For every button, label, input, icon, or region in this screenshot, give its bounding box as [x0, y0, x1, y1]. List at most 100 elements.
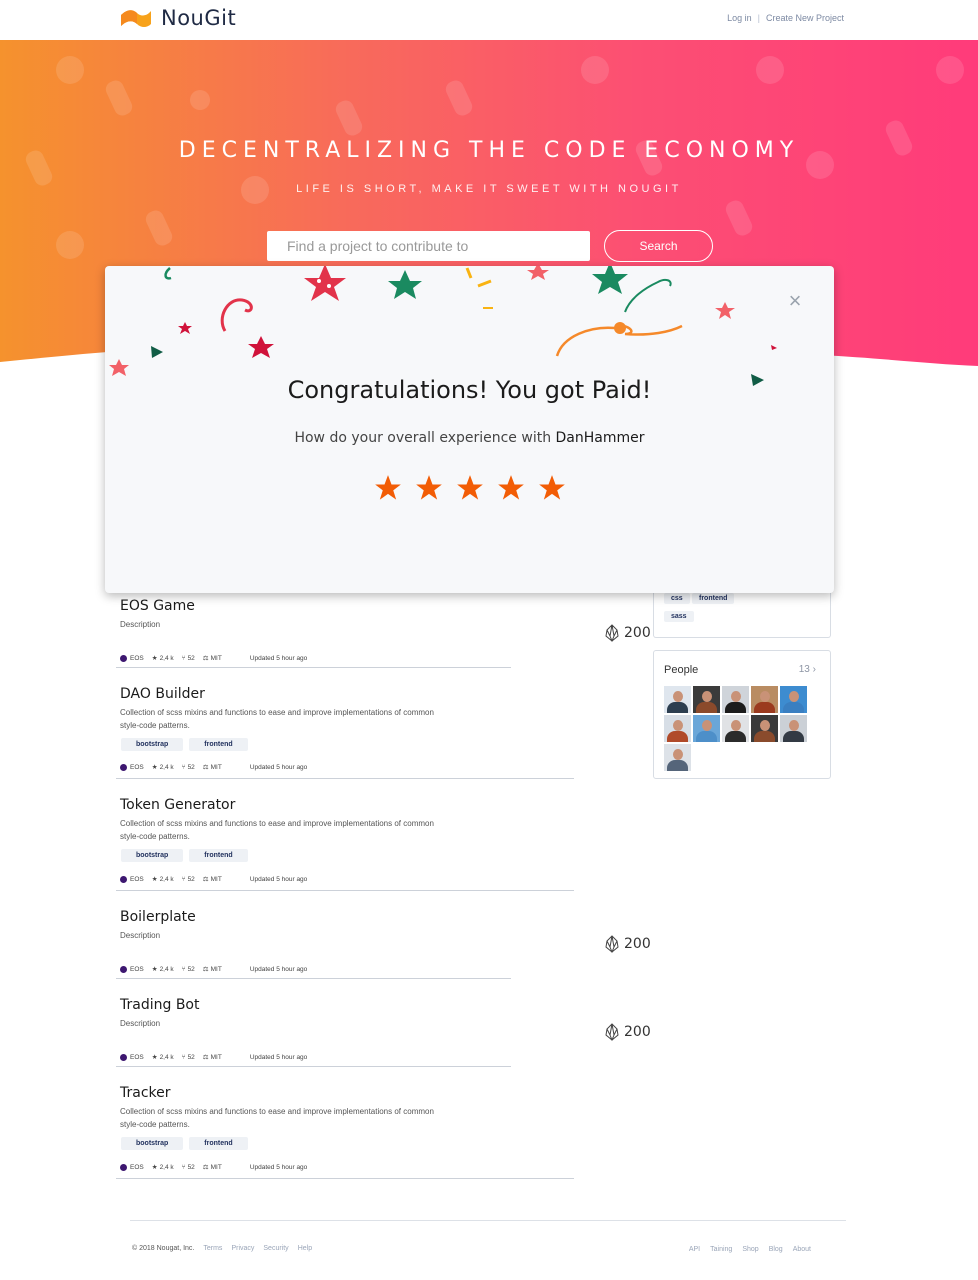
language-dot [120, 875, 127, 883]
fork-icon: ⑂ [181, 875, 186, 883]
tag-bootstrap[interactable]: bootstrap [121, 738, 184, 751]
rating-star-icon[interactable] [538, 474, 566, 502]
updated-time: Updated 5 hour ago [249, 875, 308, 883]
project-row[interactable]: Token Generator Collection of scss mixins… [116, 797, 574, 891]
footer-link-privacy[interactable]: Privacy [231, 1245, 254, 1252]
star-rating[interactable] [105, 474, 834, 502]
project-title[interactable]: Trading Bot [120, 997, 199, 1013]
avatar[interactable] [693, 686, 720, 713]
rating-star-icon[interactable] [415, 474, 443, 502]
project-tags: bootstrap frontend [121, 738, 248, 751]
avatar[interactable] [664, 744, 691, 771]
language-label: EOS [130, 875, 144, 883]
stars-count[interactable]: ★ 2,4 k [152, 1053, 174, 1062]
search-button[interactable]: Search [604, 230, 713, 262]
forks-count[interactable]: ⑂ 52 [182, 876, 195, 883]
eos-icon [605, 935, 619, 953]
project-title[interactable]: EOS Game [120, 598, 195, 614]
footer-left: © 2018 Nougat, Inc. Terms Privacy Security… [132, 1245, 312, 1252]
language-label: EOS [130, 1163, 144, 1171]
license-label: ⚖ MIT [202, 965, 222, 974]
footer-link-api[interactable]: API [689, 1246, 700, 1253]
search-input[interactable]: Find a project to contribute to [267, 231, 590, 261]
project-row[interactable]: DAO Builder Collection of scss mixins and… [116, 686, 574, 779]
tag-frontend[interactable]: frontend [189, 738, 248, 751]
project-title[interactable]: Tracker [120, 1085, 171, 1101]
stars-count[interactable]: ★ 2,4 k [152, 875, 174, 884]
rating-star-icon[interactable] [497, 474, 525, 502]
footer-right: API Taining Shop Blog About [689, 1246, 811, 1253]
fork-icon: ⑂ [181, 1053, 186, 1061]
language-label: EOS [130, 965, 144, 973]
avatar[interactable] [780, 715, 807, 742]
topic-tag[interactable]: frontend [692, 593, 735, 604]
brand-logo[interactable]: NouGit [119, 6, 236, 30]
tag-bootstrap[interactable]: bootstrap [121, 1137, 184, 1150]
scale-icon: ⚖ [202, 655, 209, 662]
rating-star-icon[interactable] [456, 474, 484, 502]
topic-tag[interactable]: sass [664, 611, 694, 622]
language-dot [120, 763, 127, 771]
updated-time: Updated 5 hour ago [249, 654, 308, 662]
project-row[interactable]: Trading Bot Description EOS ★ 2,4 k ⑂ 52 ⚖ MIT Up… [116, 997, 651, 1067]
language-label: EOS [130, 1053, 144, 1061]
rating-star-icon[interactable] [374, 474, 402, 502]
license-label: ⚖ MIT [202, 875, 222, 884]
project-meta: EOS ★ 2,4 k ⑂ 52 ⚖ MIT Updated 5 hour ago [120, 875, 307, 883]
footer-link-blog[interactable]: Blog [769, 1246, 783, 1253]
avatar[interactable] [751, 715, 778, 742]
footer-link-help[interactable]: Help [298, 1245, 312, 1252]
avatar[interactable] [722, 686, 749, 713]
create-project-link[interactable]: Create New Project [766, 13, 844, 23]
project-row[interactable]: Tracker Collection of scss mixins and fun… [116, 1085, 574, 1179]
forks-count[interactable]: ⑂ 52 [182, 764, 195, 771]
avatar[interactable] [751, 686, 778, 713]
project-row[interactable]: EOS Game Description EOS ★ 2,4 k ⑂ 52 ⚖ MIT Updat… [116, 598, 651, 668]
footer-link-security[interactable]: Security [263, 1245, 288, 1252]
stars-count[interactable]: ★ 2,4 k [152, 1163, 174, 1172]
stars-count[interactable]: ★ 2,4 k [151, 654, 174, 663]
project-description: Collection of scss mixins and functions … [120, 708, 434, 730]
project-title[interactable]: Boilerplate [120, 909, 196, 925]
eos-icon [605, 1023, 619, 1041]
avatar[interactable] [693, 715, 720, 742]
footer-link-about[interactable]: About [793, 1246, 811, 1253]
close-icon[interactable]: × [786, 290, 804, 312]
topic-tag[interactable]: css [664, 593, 690, 604]
forks-count[interactable]: ⑂ 52 [182, 655, 195, 662]
project-tags: bootstrap frontend [121, 849, 248, 862]
top-navbar: NouGit Log in | Create New Project [0, 0, 978, 40]
language-dot [120, 1053, 127, 1061]
login-link[interactable]: Log in [727, 13, 752, 23]
bounty-reward: 200 [605, 1023, 651, 1041]
avatar[interactable] [664, 686, 691, 713]
project-title[interactable]: DAO Builder [120, 686, 205, 702]
license-label: ⚖ MIT [202, 763, 222, 772]
hero-title: DECENTRALIZING THE CODE ECONOMY [178, 138, 800, 163]
chevron-right-icon: › [812, 664, 816, 675]
tag-frontend[interactable]: frontend [189, 1137, 248, 1150]
people-title: People [664, 664, 699, 676]
forks-count[interactable]: ⑂ 52 [182, 1164, 195, 1171]
forks-count[interactable]: ⑂ 52 [182, 1054, 195, 1061]
star-icon: ★ [151, 655, 158, 662]
avatar[interactable] [780, 686, 807, 713]
forks-count[interactable]: ⑂ 52 [182, 966, 195, 973]
stars-count[interactable]: ★ 2,4 k [152, 965, 174, 974]
project-row[interactable]: Boilerplate Description EOS ★ 2,4 k ⑂ 52 ⚖ MIT Up… [116, 909, 651, 979]
license-label: ⚖ MIT [202, 1053, 222, 1062]
scale-icon: ⚖ [202, 1164, 209, 1171]
people-count[interactable]: 13 › [799, 664, 816, 675]
updated-time: Updated 5 hour ago [249, 763, 308, 771]
avatar[interactable] [722, 715, 749, 742]
project-title[interactable]: Token Generator [120, 797, 235, 813]
footer-link-terms[interactable]: Terms [203, 1245, 222, 1252]
avatar[interactable] [664, 715, 691, 742]
tag-frontend[interactable]: frontend [189, 849, 248, 862]
stars-count[interactable]: ★ 2,4 k [152, 763, 174, 772]
footer-link-shop[interactable]: Shop [742, 1246, 758, 1253]
footer-link-taining[interactable]: Taining [710, 1246, 732, 1253]
updated-time: Updated 5 hour ago [249, 1163, 308, 1171]
tag-bootstrap[interactable]: bootstrap [121, 849, 184, 862]
bounty-reward: 200 [605, 624, 651, 642]
